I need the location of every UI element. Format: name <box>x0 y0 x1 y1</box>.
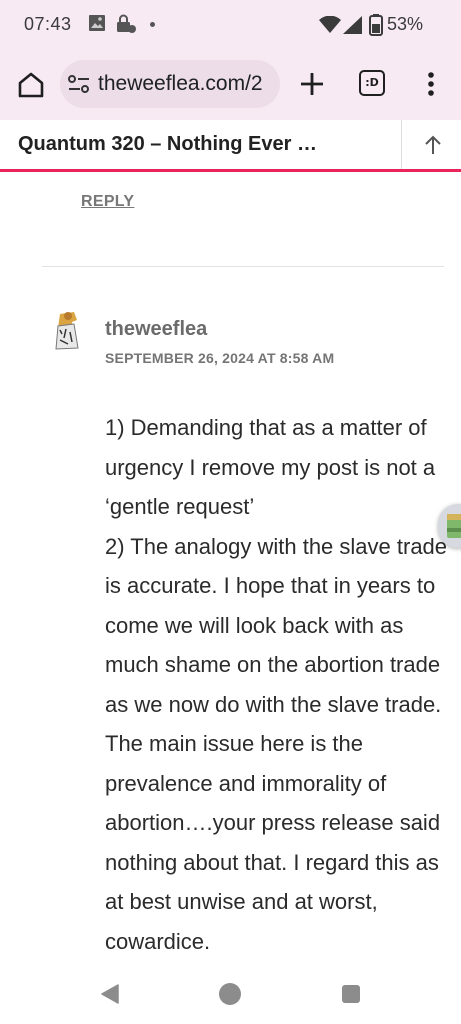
notification-dot-icon <box>150 22 155 27</box>
browser-chrome: 07:43 53% theweeflea.com/2:D <box>0 0 461 120</box>
site-sticky-header: Quantum 320 – Nothing Ever … <box>0 120 461 172</box>
comment-body: 1) Demanding that as a matter of urgency… <box>105 408 450 961</box>
signal-icon <box>343 16 362 34</box>
arrow-up-icon <box>425 135 441 154</box>
comment-paragraph: 2) The analogy with the slave trade is a… <box>105 533 448 954</box>
status-time: 07:43 <box>24 14 72 34</box>
status-bar: 07:43 53% <box>0 0 461 52</box>
tab-switcher-icon[interactable]: :D <box>359 70 385 96</box>
battery-percentage: 53% <box>387 14 424 34</box>
post-title[interactable]: Quantum 320 – Nothing Ever … <box>18 133 317 156</box>
wifi-icon <box>319 16 341 33</box>
url-field[interactable]: theweeflea.com/2 <box>60 60 280 108</box>
reply-link[interactable]: REPLY <box>81 193 134 211</box>
recent-apps-icon[interactable] <box>342 985 360 1003</box>
back-icon[interactable] <box>100 984 120 1004</box>
system-nav-bar <box>0 968 461 1024</box>
photo-icon <box>89 15 105 31</box>
home-nav-icon[interactable] <box>219 983 241 1005</box>
url-text: theweeflea.com/2 <box>98 72 263 95</box>
more-menu-icon[interactable] <box>420 68 442 100</box>
comment-paragraph: 1) Demanding that as a matter of urgency… <box>105 415 436 519</box>
avatar[interactable] <box>48 308 88 352</box>
battery-icon <box>369 14 383 36</box>
lock-icon <box>117 14 136 33</box>
comment-divider <box>42 266 444 267</box>
home-icon[interactable] <box>14 68 48 102</box>
scroll-to-top-button[interactable] <box>401 120 461 169</box>
address-bar-row: theweeflea.com/2 :D <box>0 58 461 112</box>
comment-date[interactable]: SEPTEMBER 26, 2024 AT 8:58 AM <box>105 350 334 366</box>
new-tab-plus-icon[interactable] <box>296 68 328 100</box>
site-settings-icon[interactable] <box>68 75 90 93</box>
comment-author[interactable]: theweeflea <box>105 318 207 341</box>
